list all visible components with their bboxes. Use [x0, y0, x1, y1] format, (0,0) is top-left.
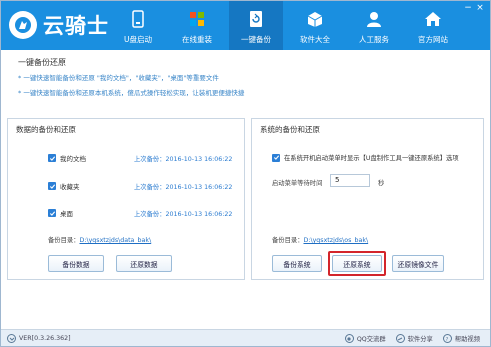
item-label: 收藏夹 [60, 183, 80, 191]
dir-path-link[interactable]: D:\yqsxtzjds\data_bak\ [79, 237, 151, 244]
dir-label: 备份目录： [48, 237, 80, 244]
item-label: 我的文档 [60, 155, 86, 163]
minimize-button[interactable]: − [462, 3, 474, 13]
intro-line-1: * 一键快速智能备份和还原 "我的文档"，"收藏夹"，"桌面"等重要文件 [18, 74, 219, 82]
footer-link-label: QQ交流群 [356, 336, 386, 343]
footer-link-label: 软件分享 [407, 336, 433, 343]
nav-online-reinstall[interactable]: 在线重装 [170, 1, 224, 50]
window-controls: − × [462, 3, 486, 13]
panel-title: 数据的备份和还原 [16, 125, 76, 134]
nav-label: 软件大全 [300, 35, 330, 44]
nav-usb-boot[interactable]: U盘启动 [111, 1, 165, 50]
version-info: VER[0.3.26.362] [7, 334, 71, 343]
checkbox-checked-icon[interactable] [48, 209, 56, 217]
nav-label: U盘启动 [124, 35, 152, 44]
boot-menu-option[interactable]: 在系统开机启动菜单时显示【U盘制作工具一键还原系统】选项 [272, 153, 459, 162]
checkbox-checked-icon[interactable] [48, 154, 56, 162]
windows-icon [186, 8, 208, 30]
backup-data-button[interactable]: 备份数据 [48, 255, 104, 272]
customer-service-icon [363, 8, 385, 30]
dir-path-link[interactable]: D:\yqsxtzjds\os_bak\ [303, 237, 368, 244]
nav-label: 一键备份 [241, 35, 271, 44]
main-nav: U盘启动 在线重装 一键备份 软件大全 人工服务 官方网站 [111, 1, 465, 50]
data-backup-panel: 数据的备份和还原 我的文档 上次备份：2016-10-13 16:06:22 收… [7, 118, 245, 280]
footer-links: QQ交流群 软件分享 ? 帮助视频 [335, 334, 480, 343]
close-button[interactable]: × [474, 3, 486, 13]
data-item-documents[interactable]: 我的文档 [48, 153, 86, 163]
app-name: 云骑士 [43, 14, 109, 38]
restore-data-button[interactable]: 还原数据 [116, 255, 172, 272]
nav-label: 人工服务 [359, 35, 389, 44]
last-backup-time: 上次备份：2016-10-13 16:06:22 [134, 184, 233, 191]
restore-system-button[interactable]: 还原系统 [332, 255, 382, 272]
last-backup-time: 上次备份：2016-10-13 16:06:22 [134, 211, 233, 218]
share-icon [395, 334, 405, 343]
nav-label: 官方网站 [418, 35, 448, 44]
dir-label: 备份目录： [272, 237, 304, 244]
logo-knight-icon [9, 11, 37, 39]
wait-time-label: 启动菜单等待时间 [272, 180, 323, 187]
wait-time-input[interactable]: 5 [330, 174, 370, 187]
footer-bar: VER[0.3.26.362] QQ交流群 软件分享 ? 帮助视频 [1, 329, 490, 346]
header-bar: 云骑士 U盘启动 在线重装 一键备份 软件大全 人工服务 官方网站 − × [1, 1, 490, 50]
logo: 云骑士 [9, 10, 109, 40]
item-label: 桌面 [60, 210, 73, 218]
checkbox-checked-icon[interactable] [272, 153, 280, 162]
footer-link-qq-group[interactable]: QQ交流群 [344, 334, 386, 343]
backup-restore-icon [245, 8, 267, 30]
software-box-icon [304, 8, 326, 30]
checkbox-checked-icon[interactable] [48, 182, 56, 190]
usb-drive-icon [127, 8, 149, 30]
data-item-desktop[interactable]: 桌面 [48, 208, 73, 218]
data-backup-dir: 备份目录：D:\yqsxtzjds\data_bak\ [48, 235, 151, 244]
boot-option-label: 在系统开机启动菜单时显示【U盘制作工具一键还原系统】选项 [284, 155, 459, 162]
help-icon: ? [442, 334, 452, 343]
intro-line-2: * 一键快速智能备份和还原本机系统，傻瓜式操作轻松实现，让装机更便捷快捷 [18, 89, 245, 97]
footer-link-share[interactable]: 软件分享 [395, 334, 433, 343]
intro-title: 一键备份还原 [18, 58, 66, 67]
nav-manual-service[interactable]: 人工服务 [347, 1, 401, 50]
qq-icon [344, 334, 354, 343]
version-text: VER[0.3.26.362] [19, 335, 71, 342]
app-window: 云骑士 U盘启动 在线重装 一键备份 软件大全 人工服务 官方网站 − × 一键… [0, 0, 491, 347]
data-item-favorites[interactable]: 收藏夹 [48, 181, 80, 191]
footer-link-help-video[interactable]: ? 帮助视频 [442, 334, 480, 343]
home-icon [422, 8, 444, 30]
system-backup-panel: 系统的备份和还原 在系统开机启动菜单时显示【U盘制作工具一键还原系统】选项 启动… [251, 118, 484, 280]
svg-text:?: ? [446, 337, 449, 342]
system-backup-dir: 备份目录：D:\yqsxtzjds\os_bak\ [272, 235, 368, 244]
wait-time-unit: 秒 [378, 180, 385, 187]
nav-software[interactable]: 软件大全 [288, 1, 342, 50]
restore-image-button[interactable]: 还原镜像文件 [392, 255, 444, 272]
footer-link-label: 帮助视频 [454, 336, 480, 343]
nav-label: 在线重装 [182, 35, 212, 44]
chevron-down-icon[interactable] [7, 334, 16, 343]
nav-one-key-backup[interactable]: 一键备份 [229, 1, 283, 50]
panel-title: 系统的备份和还原 [260, 125, 320, 134]
backup-system-button[interactable]: 备份系统 [272, 255, 322, 272]
nav-official-site[interactable]: 官方网站 [406, 1, 460, 50]
last-backup-time: 上次备份：2016-10-13 16:06:22 [134, 156, 233, 163]
